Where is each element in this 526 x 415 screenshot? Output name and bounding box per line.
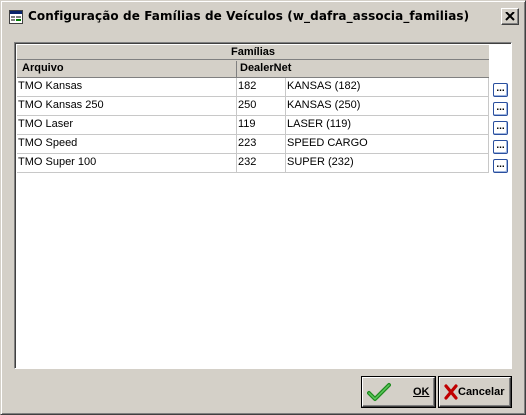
cell-arquivo[interactable]: TMO Super 100 xyxy=(17,154,237,172)
cell-dealernet-name[interactable]: LASER (119) xyxy=(286,116,489,134)
table-row[interactable]: TMO Kansas 250 250 KANSAS (250) ... xyxy=(17,97,508,116)
cell-dealernet-code[interactable]: 223 xyxy=(237,135,286,153)
ok-label: OK xyxy=(413,386,430,398)
table-row[interactable]: TMO Kansas 182 KANSAS (182) ... xyxy=(17,78,508,97)
cancel-label: Cancelar xyxy=(458,386,505,398)
cell-dealernet-code[interactable]: 250 xyxy=(237,97,286,115)
table-row[interactable]: TMO Speed 223 SPEED CARGO ... xyxy=(17,135,508,154)
cell-dealernet-code[interactable]: 232 xyxy=(237,154,286,172)
row-lookup-button[interactable]: ... xyxy=(493,83,508,97)
column-header-dealernet[interactable]: DealerNet xyxy=(237,61,489,77)
window-title: Configuração de Famílias de Veículos (w_… xyxy=(28,9,470,23)
title-bar[interactable]: Configuração de Famílias de Veículos (w_… xyxy=(3,3,523,31)
cell-dealernet-name[interactable]: SPEED CARGO xyxy=(286,135,489,153)
cell-arquivo[interactable]: TMO Speed xyxy=(17,135,237,153)
row-lookup-button[interactable]: ... xyxy=(493,159,508,173)
close-button[interactable] xyxy=(501,8,519,25)
cell-arquivo[interactable]: TMO Kansas 250 xyxy=(17,97,237,115)
grid-header: Famílias Arquivo DealerNet xyxy=(17,45,489,78)
red-x-icon xyxy=(444,384,458,403)
close-icon xyxy=(505,12,515,21)
cell-arquivo[interactable]: TMO Laser xyxy=(17,116,237,134)
cancel-button[interactable]: Cancelar xyxy=(439,377,511,407)
ok-button[interactable]: OK xyxy=(362,377,435,407)
table-row[interactable]: TMO Super 100 232 SUPER (232) ... xyxy=(17,154,508,173)
row-lookup-button[interactable]: ... xyxy=(493,102,508,116)
cell-dealernet-code[interactable]: 119 xyxy=(237,116,286,134)
row-lookup-button[interactable]: ... xyxy=(493,140,508,154)
cell-dealernet-code[interactable]: 182 xyxy=(237,78,286,96)
cell-dealernet-name[interactable]: SUPER (232) xyxy=(286,154,489,172)
table-row[interactable]: TMO Laser 119 LASER (119) ... xyxy=(17,116,508,135)
cell-arquivo[interactable]: TMO Kansas xyxy=(17,78,237,96)
cell-dealernet-name[interactable]: KANSAS (182) xyxy=(286,78,489,96)
dialog-window: Configuração de Famílias de Veículos (w_… xyxy=(0,0,526,415)
app-window-icon xyxy=(9,10,23,24)
families-grid: Famílias Arquivo DealerNet TMO Kansas 18… xyxy=(14,42,512,369)
grid-header-spacer xyxy=(489,45,509,77)
checkmark-icon xyxy=(367,382,391,405)
row-lookup-button[interactable]: ... xyxy=(493,121,508,135)
cell-dealernet-name[interactable]: KANSAS (250) xyxy=(286,97,489,115)
grid-rows: TMO Kansas 182 KANSAS (182) ... TMO Kans… xyxy=(17,78,508,173)
grid-group-header: Famílias xyxy=(17,45,489,60)
column-header-arquivo[interactable]: Arquivo xyxy=(17,61,237,77)
